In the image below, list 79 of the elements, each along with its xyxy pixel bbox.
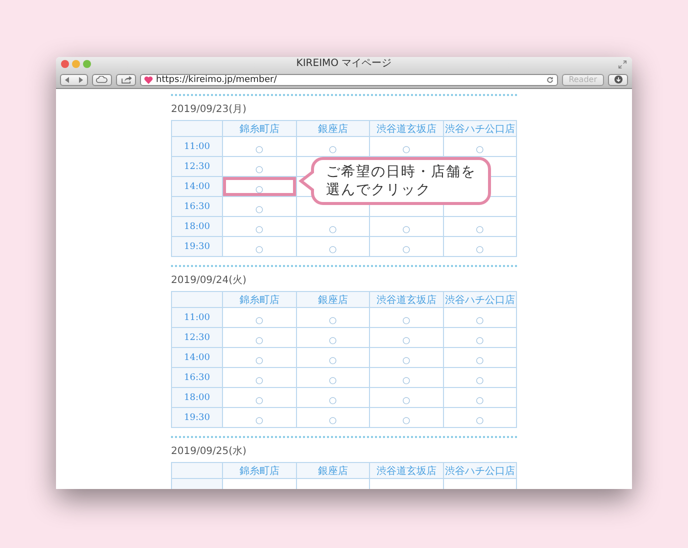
available-slot[interactable]: ○ [476,376,484,386]
available-slot[interactable]: ○ [328,145,337,155]
available-slot[interactable]: ○ [255,165,264,175]
store-column-header: 銀座店 [296,292,370,308]
available-slot[interactable]: ○ [255,225,264,235]
available-slot[interactable]: ○ [255,145,264,155]
available-slot[interactable]: ○ [476,396,484,406]
time-cell: 19:30 [172,236,222,256]
available-slot[interactable]: ○ [402,225,410,235]
available-slot[interactable]: ○ [255,396,264,406]
time-cell: 16:30 [172,196,222,216]
cloud-icon[interactable] [92,74,112,86]
store-column-header: 渋谷ハチ公口店 [443,120,516,136]
store-column-header: 錦糸町店 [222,120,296,136]
available-slot[interactable]: ○ [476,316,484,326]
available-slot[interactable]: ○ [328,376,337,386]
available-slot[interactable]: ○ [402,245,410,255]
time-cell: 12:30 [172,156,222,176]
store-column-header: 渋谷ハチ公口店 [443,462,516,478]
heart-icon [144,76,153,84]
url-text: https://kireimo.jp/member/ [156,74,277,84]
store-column-header: 銀座店 [296,462,370,478]
time-cell: 14:00 [172,348,222,368]
available-slot[interactable]: ○ [476,225,484,235]
time-cell: 18:00 [172,388,222,408]
close-button[interactable] [61,60,69,68]
store-column-header: 渋谷ハチ公口店 [443,292,516,308]
callout-text: ご希望の日時・店舗を [326,163,476,181]
available-slot[interactable]: ○ [402,416,410,426]
store-column-header: 錦糸町店 [222,292,296,308]
available-slot[interactable]: ○ [328,225,337,235]
available-slot[interactable]: ○ [402,145,410,155]
available-slot[interactable]: ○ [476,145,484,155]
share-icon[interactable] [116,74,136,86]
time-cell: 11:00 [172,136,222,156]
time-cell: 19:30 [172,408,222,428]
available-slot[interactable]: ○ [476,336,484,346]
available-slot[interactable]: ○ [328,336,337,346]
time-cell: 18:00 [172,216,222,236]
available-slot[interactable]: ○ [476,356,484,366]
available-slot[interactable]: ○ [328,416,337,426]
time-cell: 16:30 [172,368,222,388]
available-slot[interactable]: ○ [328,356,337,366]
available-slot[interactable]: ○ [328,245,337,255]
available-slot[interactable]: ○ [402,396,410,406]
available-slot[interactable]: ○ [328,396,337,406]
date-heading: 2019/09/24(火) [171,274,248,287]
available-slot[interactable]: ○ [402,376,410,386]
callout-text: 選んでクリック [326,181,431,199]
date-heading: 2019/09/23(月) [171,103,248,116]
available-slot[interactable]: ○ [255,336,264,346]
time-cell: 14:00 [172,176,222,196]
available-slot[interactable]: ○ [255,416,264,426]
available-slot[interactable]: ○ [402,356,410,366]
back-forward-buttons[interactable] [60,74,88,86]
reload-icon[interactable] [546,76,554,84]
available-slot[interactable]: ○ [476,416,484,426]
store-column-header: 渋谷道玄坂店 [370,120,443,136]
available-slot[interactable]: ○ [255,205,264,215]
window-title: KIREIMO マイページ [296,57,392,71]
address-bar[interactable]: https://kireimo.jp/member/ [140,74,558,86]
store-column-header: 渋谷道玄坂店 [370,462,443,478]
download-icon[interactable] [608,74,628,86]
available-slot[interactable]: ○ [255,185,264,195]
available-slot[interactable]: ○ [402,316,410,326]
store-column-header: 渋谷道玄坂店 [370,292,443,308]
store-column-header: 銀座店 [296,120,370,136]
available-slot[interactable]: ○ [255,376,264,386]
time-cell: 12:30 [172,328,222,348]
available-slot[interactable]: ○ [476,245,484,255]
fullscreen-icon[interactable] [618,60,627,68]
available-slot[interactable]: ○ [255,245,264,255]
store-column-header: 錦糸町店 [222,462,296,478]
available-slot[interactable]: ○ [255,356,264,366]
available-slot[interactable]: ○ [328,316,337,326]
available-slot[interactable]: ○ [255,316,264,326]
date-heading: 2019/09/25(水) [171,444,248,458]
available-slot[interactable]: ○ [402,336,410,346]
time-cell: 11:00 [172,308,222,328]
